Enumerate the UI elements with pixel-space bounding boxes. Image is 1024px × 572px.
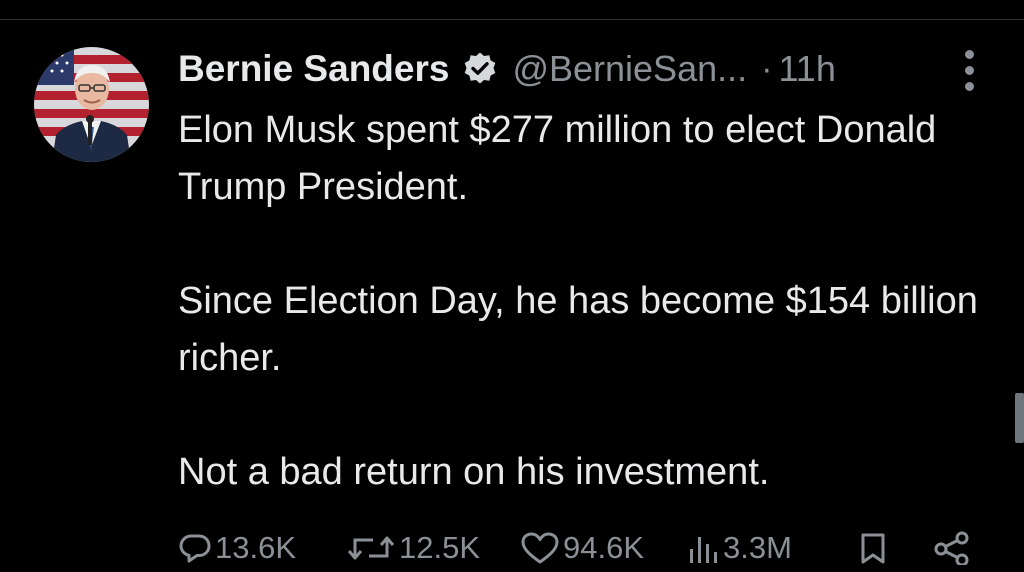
reply-button[interactable]: 13.6K: [178, 524, 296, 572]
tweet-paragraph-2: Since Election Day, he has become $154 b…: [178, 280, 978, 379]
tweet-action-bar: 13.6K 12.5K 94.6K 3.3M: [178, 524, 998, 572]
tweet-paragraph-1: Elon Musk spent $277 million to elect Do…: [178, 109, 937, 208]
more-vertical-icon[interactable]: [958, 50, 982, 92]
repost-icon: [346, 531, 396, 565]
tweet-timestamp[interactable]: 11h: [778, 48, 835, 90]
views-button[interactable]: 3.3M: [686, 524, 792, 572]
repost-count: 12.5K: [399, 530, 481, 565]
views-chart-icon: [686, 531, 720, 565]
share-button[interactable]: [932, 524, 972, 572]
header-separator: ·: [761, 49, 773, 88]
tweet-paragraph-3: Not a bad return on his investment.: [178, 451, 770, 493]
top-divider: [0, 19, 1024, 20]
reply-count: 13.6K: [215, 530, 297, 565]
author-name[interactable]: Bernie Sanders: [178, 48, 449, 90]
tweet-header: Bernie Sanders @BernieSan... · 11h: [178, 44, 836, 94]
repost-button[interactable]: 12.5K: [346, 524, 480, 572]
bookmark-button[interactable]: [856, 524, 890, 572]
verified-badge-icon[interactable]: [462, 51, 498, 87]
heart-icon: [520, 531, 560, 565]
scrollbar-thumb[interactable]: [1015, 393, 1024, 443]
bookmark-icon: [856, 531, 890, 565]
like-count: 94.6K: [563, 530, 645, 565]
like-button[interactable]: 94.6K: [520, 524, 644, 572]
views-count: 3.3M: [723, 530, 792, 565]
avatar[interactable]: [34, 47, 149, 162]
tweet-body: Elon Musk spent $277 million to elect Do…: [178, 102, 998, 501]
share-icon: [932, 531, 972, 565]
author-handle[interactable]: @BernieSan...: [512, 48, 747, 90]
reply-icon: [178, 531, 212, 565]
